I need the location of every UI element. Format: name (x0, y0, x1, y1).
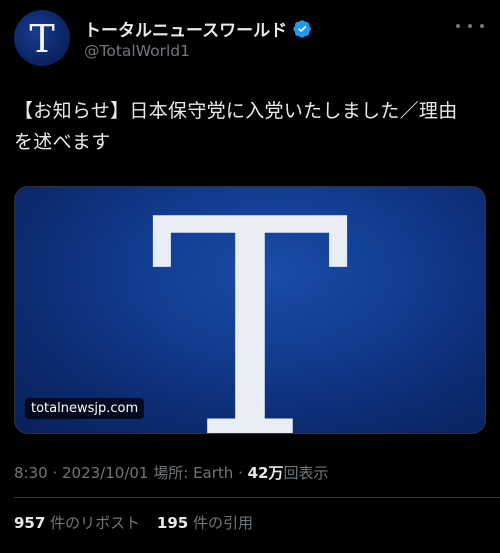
tweet-header: T トータルニュースワールド @TotalWorld1 (14, 10, 486, 70)
tweet-text-line-1: 【お知らせ】日本保守党に入党いたしました／理由 (14, 100, 458, 122)
tweet-meta: 8:30 · 2023/10/01 場所: Earth · 42万回表示 (14, 462, 329, 483)
reposts-count: 957 (14, 514, 46, 532)
tweet-time[interactable]: 8:30 (14, 464, 48, 482)
name-row: トータルニュースワールド (84, 16, 312, 41)
handle[interactable]: @TotalWorld1 (84, 42, 190, 60)
verified-badge-icon (293, 20, 311, 38)
quotes-count: 195 (156, 514, 189, 532)
dot (480, 24, 484, 28)
link-card-image[interactable]: T totalnewsjp.com (14, 186, 486, 434)
media-logo-letter: T (149, 186, 351, 434)
reposts-stat[interactable]: 957 件のリポスト (14, 512, 140, 533)
link-domain-label[interactable]: totalnewsjp.com (25, 398, 145, 419)
reposts-label: 件のリポスト (50, 514, 141, 532)
tweet-stats: 957 件のリポスト 195 件の引用 (14, 512, 265, 533)
location-value: Earth (193, 464, 234, 482)
tweet-date[interactable]: 2023/10/01 (62, 464, 148, 482)
meta-separator: · (47, 464, 62, 482)
views-count: 42万 (247, 464, 284, 482)
divider (14, 497, 500, 498)
avatar-logo-letter: T (29, 17, 55, 61)
tweet-text: 【お知らせ】日本保守党に入党いたしました／理由 を述べます (14, 96, 484, 158)
quotes-stat[interactable]: 195 件の引用 (157, 512, 253, 533)
quotes-label: 件の引用 (192, 514, 253, 532)
views-label: 回表示 (283, 464, 329, 482)
dot (456, 24, 460, 28)
meta-separator: · (233, 464, 248, 482)
avatar[interactable]: T (14, 10, 70, 66)
tweet-text-line-2: を述べます (14, 131, 111, 153)
location-label: 場所: (148, 464, 194, 482)
more-options-icon[interactable] (456, 16, 484, 36)
dot (468, 24, 472, 28)
display-name[interactable]: トータルニュースワールド (84, 16, 287, 41)
